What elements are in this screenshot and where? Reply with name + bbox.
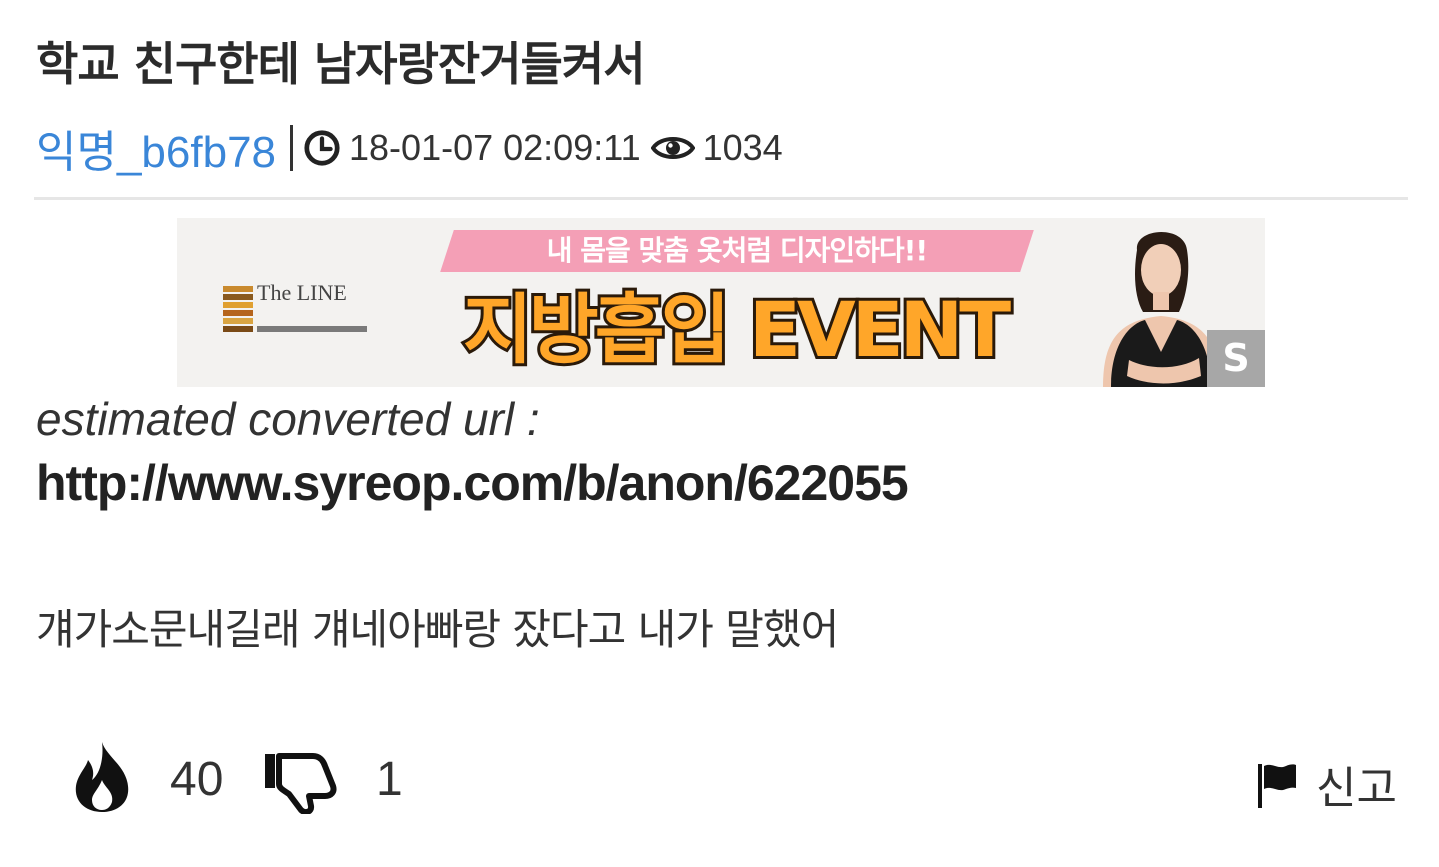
clock-icon (304, 130, 340, 166)
view-count: 1034 (702, 127, 783, 168)
clinic-logo: The LINE (223, 282, 373, 338)
meta-separator (290, 125, 294, 171)
ad-headline: 지방흡입 EVENT (460, 282, 1014, 377)
flag-icon[interactable] (1256, 762, 1298, 808)
post-body: 걔가소문내길래 걔네아빠랑 잤다고 내가 말했어 (36, 605, 839, 654)
report-button[interactable]: 신고 (1316, 752, 1397, 816)
post-title: 학교 친구한테 남자랑잔거들켜서 (36, 37, 646, 91)
logo-bars (223, 286, 253, 334)
header-divider (34, 197, 1408, 200)
like-count: 40 (170, 753, 224, 806)
converted-url[interactable]: http://www.syreop.com/b/anon/622055 (36, 454, 909, 512)
ad-banner[interactable]: The LINE 내 몸을 맞춤 옷처럼 디자인하다!! 지방흡입 EVENT … (177, 218, 1265, 387)
post-datetime: 18-01-07 02:09:11 (349, 127, 641, 168)
ad-badge: S (1207, 330, 1265, 387)
thumbs-down-icon[interactable] (263, 752, 337, 814)
estimated-url-label: estimated converted url : (36, 393, 540, 445)
logo-text: The LINE (257, 280, 347, 305)
post-meta: 익명_b6fb78 18-01-07 02:09:11 1034 (36, 120, 783, 177)
dislike-count: 1 (376, 753, 403, 806)
logo-subtext-bar (257, 326, 367, 332)
author-link[interactable]: 익명_b6fb78 (36, 116, 276, 180)
ad-tagline: 내 몸을 맞춤 옷처럼 디자인하다!! (546, 234, 928, 267)
eye-icon (650, 137, 695, 159)
ad-tagline-ribbon: 내 몸을 맞춤 옷처럼 디자인하다!! (440, 230, 1034, 272)
fire-icon[interactable] (72, 740, 132, 812)
